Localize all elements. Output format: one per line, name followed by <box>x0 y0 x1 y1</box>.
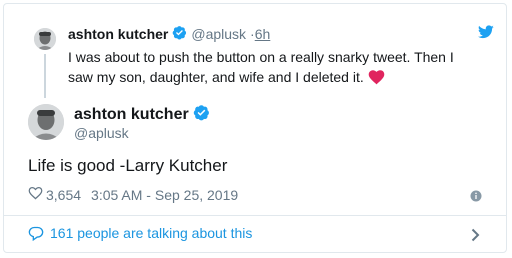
info-icon[interactable] <box>470 189 482 207</box>
parent-author-name[interactable]: ashton kutcher <box>68 26 168 42</box>
conversation-count-text: 161 people are talking about this <box>50 225 253 241</box>
main-author-name[interactable]: ashton kutcher <box>74 106 189 124</box>
main-tweet-text: Life is good -Larry Kutcher <box>28 156 228 175</box>
tweet-timestamp[interactable]: 3:05 AM - Sep 25, 2019 <box>91 187 238 203</box>
parent-author-handle[interactable]: @aplusk <box>191 26 246 42</box>
main-author-row: ashton kutcher <box>74 104 210 126</box>
main-author-handle[interactable]: @aplusk <box>74 125 129 141</box>
red-heart-icon <box>368 69 385 90</box>
conversation-link[interactable]: 161 people are talking about this <box>28 225 252 241</box>
parent-tweet-time[interactable]: 6h <box>255 26 271 42</box>
like-count[interactable]: 3,654 <box>46 187 81 203</box>
parent-tweet-text: I was about to push the button on a real… <box>68 47 478 90</box>
main-avatar[interactable] <box>28 104 64 140</box>
parent-tweet-body: I was about to push the button on a real… <box>68 49 454 85</box>
thread-line <box>44 54 46 98</box>
parent-tweet-header: ashton kutcher @aplusk · 6h <box>68 25 270 43</box>
verified-badge-icon <box>193 104 210 126</box>
verified-badge-icon <box>172 25 187 43</box>
like-heart-icon[interactable] <box>28 186 43 203</box>
speech-bubble-icon <box>28 226 44 241</box>
footer-divider <box>4 215 506 216</box>
parent-avatar[interactable] <box>34 28 56 50</box>
twitter-bird-icon[interactable] <box>478 25 494 44</box>
chevron-right-icon[interactable] <box>471 228 480 247</box>
embedded-tweet-card: ashton kutcher @aplusk · 6h I was about … <box>3 3 507 253</box>
tweet-meta-row: 3,654 3:05 AM - Sep 25, 2019 <box>28 186 238 203</box>
